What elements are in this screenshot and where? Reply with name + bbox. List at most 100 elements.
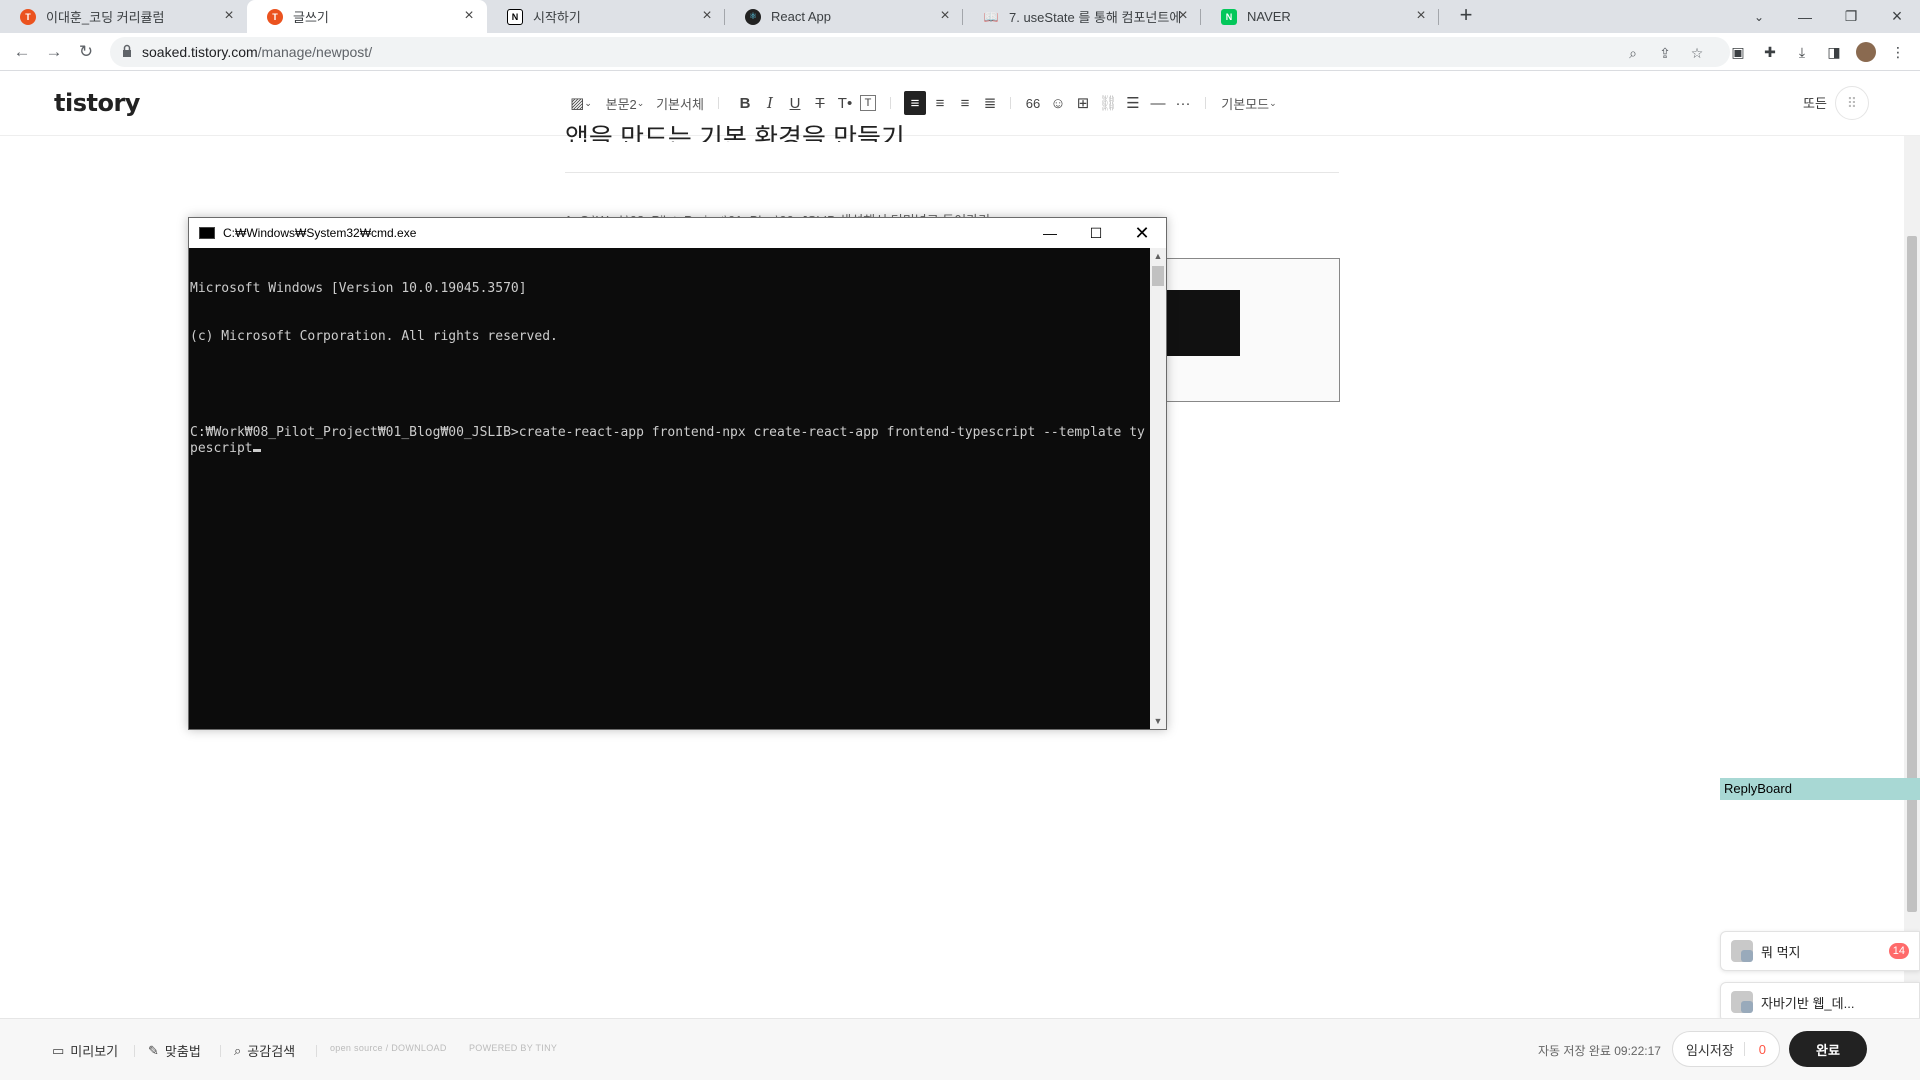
cmd-maximize-icon[interactable]: ☐ bbox=[1073, 218, 1119, 248]
bookmark-star-icon[interactable]: ☆ bbox=[1688, 44, 1706, 62]
reload-icon[interactable]: ↻ bbox=[74, 40, 98, 64]
image-insert-icon[interactable]: ▨ ⌄ bbox=[566, 91, 596, 115]
search-button[interactable]: ⌕ 공감검색 bbox=[234, 1041, 295, 1060]
notion-favicon-icon: N bbox=[507, 8, 523, 25]
apps-grid-icon[interactable]: ⠿ bbox=[1835, 86, 1869, 120]
screenshot-console-area bbox=[1166, 290, 1240, 356]
bold-icon[interactable]: B bbox=[734, 91, 756, 115]
chat-item[interactable]: 자바기반 웹_데... bbox=[1720, 982, 1920, 1022]
link-icon[interactable]: ⛓ bbox=[1097, 91, 1119, 115]
italic-icon[interactable]: I bbox=[759, 91, 781, 115]
tab-title: 글쓰기 bbox=[293, 10, 329, 25]
tab-close-icon[interactable]: × bbox=[699, 8, 715, 24]
tab-react-app[interactable]: ⚛ React App × bbox=[725, 0, 963, 33]
tab-notion[interactable]: N 시작하기 × bbox=[487, 0, 725, 33]
more-options-icon[interactable]: ··· bbox=[1172, 91, 1194, 115]
tab-separator bbox=[1438, 9, 1439, 25]
tab-usestate[interactable]: 📖 7. useState 를 통해 컴포넌트에 × bbox=[963, 0, 1201, 33]
tistory-logo[interactable]: tistory bbox=[54, 89, 140, 117]
text-background-icon[interactable]: T bbox=[860, 95, 876, 111]
restore-icon[interactable]: ❐ bbox=[1828, 0, 1874, 33]
lock-icon bbox=[123, 44, 131, 57]
cmd-close-icon[interactable]: ✕ bbox=[1119, 218, 1165, 248]
tab-close-icon[interactable]: × bbox=[221, 8, 237, 24]
zoom-icon[interactable]: ⌕ bbox=[1624, 44, 1642, 62]
underline-icon[interactable]: U bbox=[784, 91, 806, 115]
strikethrough-icon[interactable]: T bbox=[809, 91, 831, 115]
cmd-minimize-icon[interactable]: — bbox=[1027, 218, 1073, 248]
editor-mode-dropdown[interactable]: 기본모드 ⌄ bbox=[1218, 91, 1280, 115]
emoticon-icon[interactable]: ☺ bbox=[1047, 91, 1069, 115]
spellcheck-icon: ✎ bbox=[148, 1042, 159, 1058]
align-justify-icon[interactable]: ≣ bbox=[979, 91, 1001, 115]
user-name-link[interactable]: 또든 bbox=[1803, 93, 1827, 112]
align-center-icon[interactable]: ≡ bbox=[929, 91, 951, 115]
font-family-dropdown[interactable]: 기본서체 bbox=[654, 91, 706, 115]
post-title[interactable]: 앱을 만드는 기본 환경을 만들기 bbox=[565, 118, 905, 142]
quote-icon[interactable]: 66 bbox=[1022, 91, 1044, 115]
profile-avatar[interactable] bbox=[1856, 42, 1876, 62]
align-left-icon[interactable]: ≡ bbox=[904, 91, 926, 115]
tiny-opensource-link[interactable]: open source / DOWNLOAD bbox=[330, 1043, 447, 1053]
done-button[interactable]: 완료 bbox=[1789, 1031, 1867, 1067]
tab-curriculum[interactable]: T 이대훈_코딩 커리큘럼 × bbox=[0, 0, 247, 33]
cmd-app-icon bbox=[199, 227, 215, 239]
replyboard-label[interactable]: ReplyBoard bbox=[1720, 778, 1920, 800]
bottom-divider bbox=[316, 1045, 317, 1057]
chat-item[interactable]: 뭐 먹지 14 bbox=[1720, 931, 1920, 971]
share-icon[interactable]: ⇪ bbox=[1656, 44, 1674, 62]
browser-toolbar: ← → ↻ soaked.tistory.com/manage/newpost/… bbox=[0, 33, 1920, 71]
tab-title: 7. useState 를 통해 컴포넌트에 bbox=[1009, 10, 1182, 25]
page-scroll-thumb[interactable] bbox=[1907, 236, 1917, 912]
paragraph-style-dropdown[interactable]: 본문2 ⌄ bbox=[604, 91, 646, 115]
scroll-down-icon[interactable]: ▼ bbox=[1150, 713, 1166, 729]
browser-tabstrip: T 이대훈_코딩 커리큘럼 × T 글쓰기 × N 시작하기 × ⚛ React… bbox=[0, 0, 1920, 33]
tab-close-icon[interactable]: × bbox=[937, 8, 953, 24]
url-text: soaked.tistory.com/manage/newpost/ bbox=[142, 44, 373, 60]
minimize-icon[interactable]: — bbox=[1782, 0, 1828, 33]
menu-kebab-icon[interactable]: ⋮ bbox=[1888, 42, 1908, 62]
tab-write[interactable]: T 글쓰기 × bbox=[247, 0, 487, 33]
new-tab-button[interactable]: + bbox=[1454, 4, 1478, 28]
console-line: Microsoft Windows [Version 10.0.19045.35… bbox=[190, 281, 527, 296]
tab-naver[interactable]: N NAVER × bbox=[1201, 0, 1439, 33]
sidepanel-icon[interactable]: ◨ bbox=[1824, 42, 1844, 62]
toolbar-divider bbox=[1205, 97, 1206, 109]
table-icon[interactable]: ⊞ bbox=[1072, 91, 1094, 115]
console-prompt-line: C:₩Work₩08_Pilot_Project₩01_Blog₩00_JSLI… bbox=[190, 425, 1145, 456]
download-icon[interactable]: ⤓ bbox=[1792, 42, 1812, 62]
extension-icon[interactable]: ▣ bbox=[1728, 42, 1748, 62]
tab-title: React App bbox=[771, 9, 831, 24]
tab-close-icon[interactable]: × bbox=[1175, 8, 1191, 24]
cmd-window[interactable]: C:₩Windows₩System32₩cmd.exe — ☐ ✕ Micros… bbox=[188, 217, 1167, 730]
temp-save-count: 0 bbox=[1758, 1041, 1767, 1057]
book-favicon-icon: 📖 bbox=[983, 9, 999, 24]
inserted-screenshot-image[interactable] bbox=[1145, 258, 1340, 402]
puzzle-icon[interactable]: ✚ bbox=[1760, 42, 1780, 62]
tab-search-chevron-icon[interactable]: ⌄ bbox=[1736, 0, 1782, 33]
console-line: (c) Microsoft Corporation. All rights re… bbox=[190, 329, 558, 344]
spellcheck-button[interactable]: ✎ 맞춤법 bbox=[148, 1041, 201, 1060]
back-arrow-icon[interactable]: ← bbox=[10, 40, 34, 64]
bullet-list-icon[interactable]: ☰ bbox=[1122, 91, 1144, 115]
cmd-scrollbar[interactable]: ▲ ▼ bbox=[1150, 248, 1166, 729]
close-window-icon[interactable]: × bbox=[1874, 0, 1920, 33]
align-right-icon[interactable]: ≡ bbox=[954, 91, 976, 115]
temp-save-button[interactable]: 임시저장 0 bbox=[1672, 1031, 1780, 1067]
cmd-titlebar[interactable]: C:₩Windows₩System32₩cmd.exe — ☐ ✕ bbox=[189, 218, 1166, 248]
forward-arrow-icon[interactable]: → bbox=[42, 40, 66, 64]
preview-button[interactable]: ▭ 미리보기 bbox=[52, 1041, 118, 1060]
cmd-console[interactable]: Microsoft Windows [Version 10.0.19045.35… bbox=[189, 248, 1150, 729]
address-bar[interactable]: soaked.tistory.com/manage/newpost/ ⌕ ⇪ ☆ bbox=[110, 37, 1730, 67]
bottom-divider bbox=[134, 1045, 135, 1057]
tiny-powered-link[interactable]: POWERED BY TINY bbox=[469, 1043, 557, 1053]
page-scrollbar[interactable] bbox=[1904, 136, 1920, 1020]
scroll-thumb[interactable] bbox=[1152, 266, 1164, 286]
tistory-favicon-icon: T bbox=[20, 8, 36, 25]
horizontal-rule-icon[interactable]: — bbox=[1147, 91, 1169, 115]
tab-close-icon[interactable]: × bbox=[461, 8, 477, 24]
tab-close-icon[interactable]: × bbox=[1413, 8, 1429, 24]
text-color-icon[interactable]: T• bbox=[834, 91, 856, 115]
scroll-up-icon[interactable]: ▲ bbox=[1150, 248, 1166, 264]
